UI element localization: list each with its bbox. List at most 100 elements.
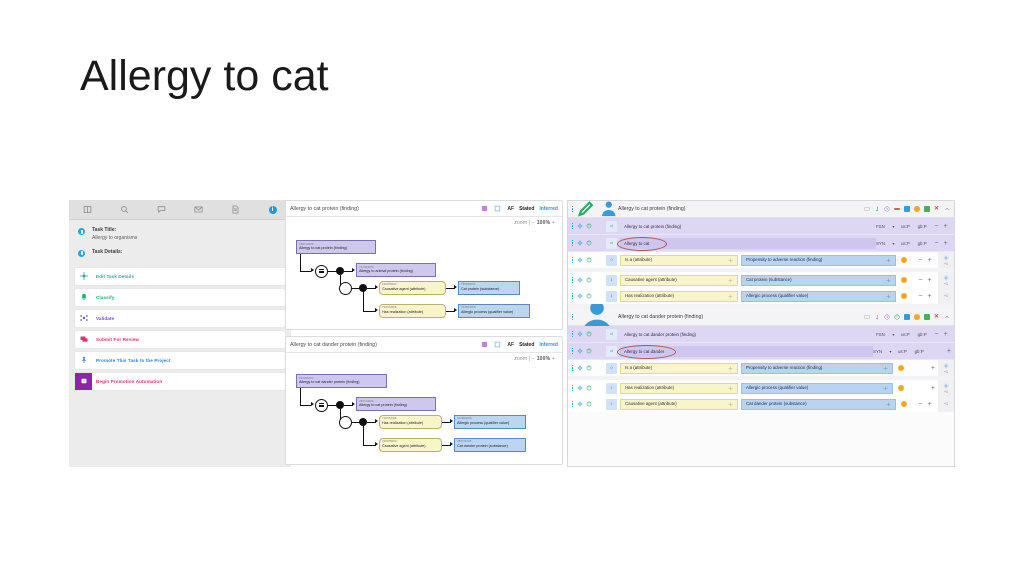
tab-comments[interactable] bbox=[143, 200, 180, 219]
relationship-attribute[interactable]: Has realization (attribute) bbox=[620, 382, 738, 394]
move-icon[interactable] bbox=[943, 255, 949, 261]
row-plusminus[interactable]: − + bbox=[928, 331, 954, 338]
green-chip-icon[interactable] bbox=[924, 314, 930, 320]
tab-search[interactable] bbox=[106, 200, 143, 219]
relationship-value[interactable]: Propensity to adverse reaction (finding) bbox=[741, 254, 896, 266]
move-icon[interactable] bbox=[728, 402, 733, 407]
chevron-up-icon[interactable] bbox=[944, 314, 950, 320]
diagram-mode-switch[interactable]: AF Stated Inferred bbox=[507, 342, 558, 348]
row-plusminus[interactable]: − + bbox=[928, 240, 954, 247]
relationship-value[interactable]: Propensity to adverse reaction (finding) bbox=[741, 362, 893, 374]
add-button[interactable]: + bbox=[931, 365, 935, 372]
row-end-column[interactable]: +1 bbox=[938, 252, 954, 268]
us-acceptability[interactable]: us:P bbox=[899, 241, 911, 246]
tab-messages[interactable] bbox=[180, 200, 217, 219]
add-button[interactable]: + bbox=[928, 293, 932, 300]
drag-handle-icon[interactable] bbox=[572, 400, 573, 408]
diagram-node-parent[interactable]: 717034006 Allergy to animal protein (fin… bbox=[356, 263, 436, 277]
row-end-column[interactable]: +1 bbox=[938, 288, 954, 304]
sort-icon[interactable] bbox=[874, 314, 880, 320]
move-icon[interactable] bbox=[886, 258, 891, 263]
history-icon[interactable] bbox=[884, 314, 890, 320]
action-submit-for-review[interactable]: Submit For Review bbox=[75, 330, 285, 348]
diagram-node-value[interactable]: 735183001 Cat protein (substance) bbox=[458, 280, 520, 295]
move-icon[interactable] bbox=[577, 293, 583, 299]
drag-handle-icon[interactable] bbox=[572, 239, 573, 247]
row-end-column[interactable]: +1 bbox=[938, 380, 954, 396]
move-icon[interactable] bbox=[886, 402, 891, 407]
gb-acceptability[interactable]: gb:P bbox=[916, 332, 928, 337]
diagram-node-attribute[interactable]: 246075003 Causative agent (attribute) bbox=[379, 437, 442, 452]
tab-book[interactable] bbox=[69, 200, 106, 219]
description-row[interactable]: ci Allergy to cat protein (finding) FSN ▾… bbox=[568, 218, 954, 235]
refresh-icon[interactable] bbox=[586, 293, 592, 299]
drag-handle-icon[interactable] bbox=[572, 364, 573, 372]
sort-icon[interactable] bbox=[874, 206, 880, 212]
description-row[interactable]: ci Allergy to cat SYN ▾ us:P gb:P − + bbox=[568, 235, 954, 252]
chevron-down-icon[interactable]: ▾ bbox=[892, 241, 894, 246]
diagram-node-attribute[interactable]: 719722006 Has realization (attribute) bbox=[379, 303, 446, 318]
move-icon[interactable] bbox=[728, 366, 733, 371]
remove-button[interactable]: − bbox=[934, 331, 938, 338]
move-icon[interactable] bbox=[577, 240, 583, 246]
drag-handle-icon[interactable] bbox=[572, 313, 573, 321]
gb-acceptability[interactable]: gb:P bbox=[916, 241, 928, 246]
refresh-icon[interactable] bbox=[586, 331, 592, 337]
move-icon[interactable] bbox=[577, 257, 583, 263]
description-type[interactable]: SYN bbox=[876, 241, 885, 246]
power-icon[interactable] bbox=[894, 314, 900, 320]
description-type-selectors[interactable]: SYN ▾ us:P gb:P bbox=[873, 349, 925, 354]
chevron-down-icon[interactable]: ▾ bbox=[892, 224, 894, 229]
diagram-node-root[interactable]: 789713006 Allergy to cat protein (findin… bbox=[296, 240, 376, 254]
diagram-node-parent[interactable]: 789713006 Allergy to cat protein (findin… bbox=[356, 397, 436, 411]
palette-icon[interactable] bbox=[481, 341, 488, 348]
move-icon[interactable] bbox=[886, 278, 891, 283]
drag-handle-icon[interactable] bbox=[572, 347, 573, 355]
row-end-column[interactable]: +1 bbox=[938, 396, 954, 412]
move-icon[interactable] bbox=[728, 278, 733, 283]
move-icon[interactable] bbox=[886, 294, 891, 299]
relationship-attribute[interactable]: Has realization (attribute) bbox=[620, 290, 738, 302]
keyboard-icon[interactable] bbox=[864, 206, 870, 212]
remove-button[interactable]: − bbox=[934, 223, 938, 230]
move-icon[interactable] bbox=[577, 385, 583, 391]
drag-handle-icon[interactable] bbox=[572, 222, 573, 230]
action-edit-task-details[interactable]: Edit Task Details bbox=[75, 267, 285, 285]
move-icon[interactable] bbox=[883, 386, 888, 391]
row-plusminus[interactable]: − + bbox=[912, 257, 938, 264]
drag-handle-icon[interactable] bbox=[572, 384, 573, 392]
description-term[interactable]: Allergy to cat protein (finding) bbox=[620, 221, 876, 232]
minus-chip-icon[interactable] bbox=[894, 208, 900, 210]
refresh-icon[interactable] bbox=[586, 277, 592, 283]
diagram-mode-switch[interactable]: AF Stated Inferred bbox=[507, 206, 558, 212]
relationship-row[interactable]: 0 Is a (attribute) Propensity to adverse… bbox=[568, 360, 954, 376]
action-classify[interactable]: Classify bbox=[75, 288, 285, 306]
mode-stated[interactable]: Stated bbox=[519, 342, 534, 348]
add-button[interactable]: + bbox=[944, 223, 948, 230]
diagram-node-root[interactable]: 232346004 Allergy to cat dander protein … bbox=[296, 374, 387, 388]
diagram-node-attribute[interactable]: 246075003 Causative agent (attribute) bbox=[379, 280, 446, 295]
move-icon[interactable] bbox=[728, 386, 733, 391]
refresh-icon[interactable] bbox=[586, 257, 592, 263]
description-type-selectors[interactable]: FSN ▾ us:P gb:P bbox=[876, 224, 928, 229]
row-end-column[interactable]: +1 bbox=[938, 360, 954, 376]
description-row[interactable]: ci Allergy to cat dander SYN ▾ us:P gb:P … bbox=[568, 343, 954, 360]
relationship-value[interactable]: Allergic process (qualifier value) bbox=[741, 382, 893, 394]
remove-button[interactable]: − bbox=[918, 401, 922, 408]
status-indicator[interactable] bbox=[898, 385, 904, 391]
relationship-attribute[interactable]: Is a (attribute) bbox=[620, 254, 738, 266]
blue-chip-icon[interactable] bbox=[904, 206, 910, 212]
move-icon[interactable] bbox=[943, 275, 949, 281]
status-indicator[interactable] bbox=[901, 293, 907, 299]
relationship-row[interactable]: 1 Has realization (attribute) Allergic p… bbox=[568, 380, 954, 396]
status-indicator[interactable] bbox=[901, 257, 907, 263]
relationship-attribute[interactable]: Causative agent (attribute) bbox=[620, 398, 738, 410]
orange-chip-icon[interactable] bbox=[914, 206, 920, 212]
mode-inferred[interactable]: Inferred bbox=[539, 342, 558, 348]
row-end-column[interactable]: +1 bbox=[938, 272, 954, 288]
chevron-down-icon[interactable]: ▾ bbox=[889, 349, 891, 354]
move-icon[interactable] bbox=[943, 363, 949, 369]
drag-handle-icon[interactable] bbox=[572, 292, 573, 300]
row-plusminus[interactable]: + bbox=[925, 348, 954, 355]
us-acceptability[interactable]: us:P bbox=[896, 349, 908, 354]
